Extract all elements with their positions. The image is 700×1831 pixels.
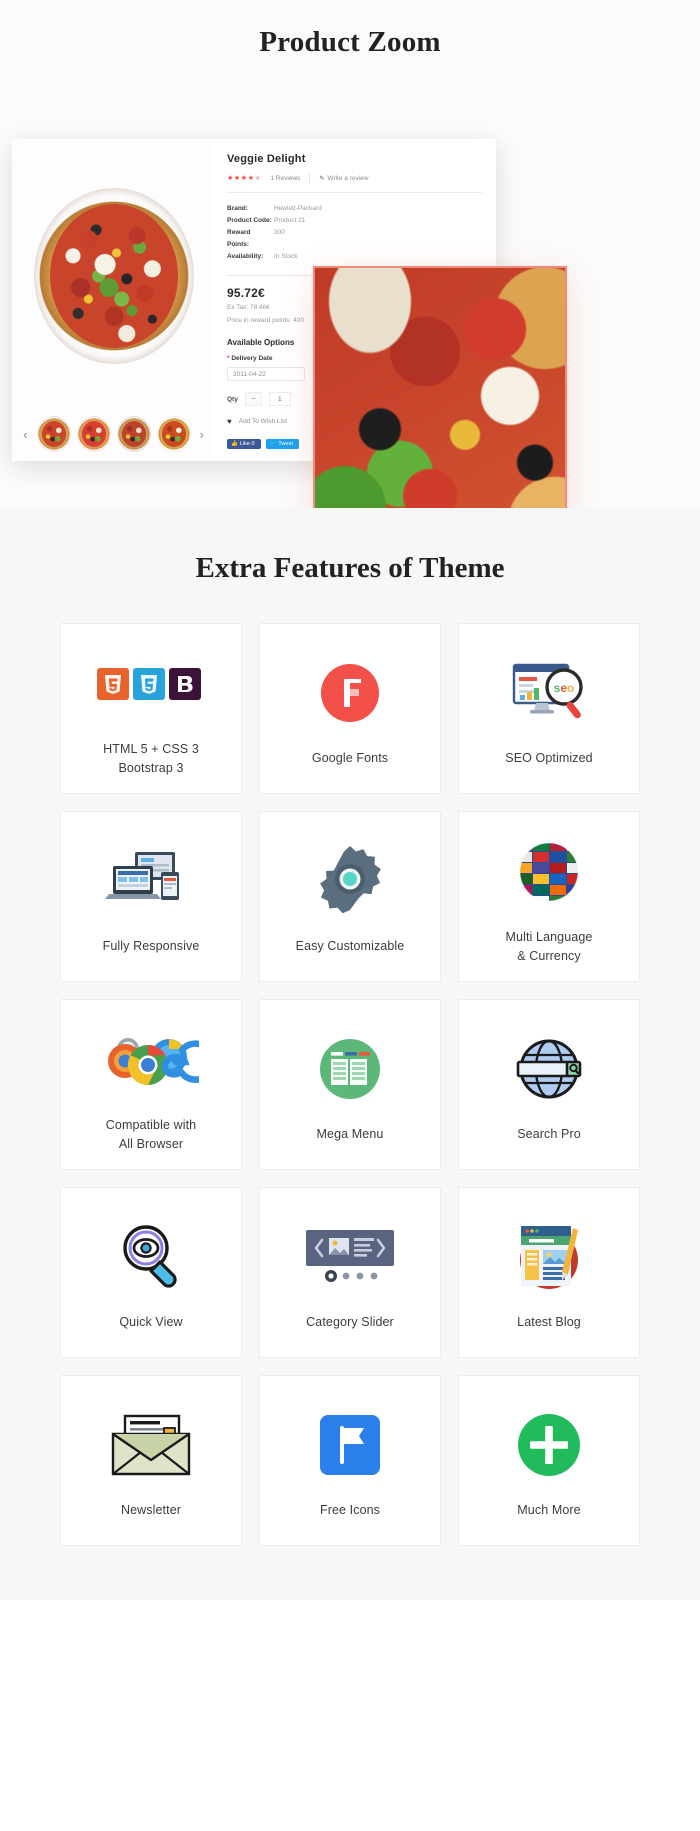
free-icons-icon [316, 1401, 384, 1489]
feature-label: Newsletter [120, 1503, 182, 1518]
feature-label: Much More [517, 1503, 581, 1518]
extra-features-title: Extra Features of Theme [195, 552, 505, 584]
write-review-label: Write a review [327, 174, 369, 182]
feature-card-easy-customizable[interactable]: Easy Customizable [259, 811, 441, 982]
spec-key: Brand: [227, 205, 248, 212]
feature-label: SEO Optimized [505, 751, 593, 766]
twitter-tweet-label: Tweet [278, 441, 294, 448]
category-slider-icon [302, 1213, 398, 1301]
fully-responsive-icon [105, 837, 197, 925]
spec-row: Availability: In Stock [227, 251, 482, 263]
divider [309, 173, 311, 183]
mega-menu-icon [314, 1025, 386, 1113]
feature-card-free-icons[interactable]: Free Icons [259, 1375, 441, 1546]
twitter-bird-icon: 🐦 [269, 441, 277, 448]
pizza-photo [33, 188, 194, 364]
feature-card-category-slider[interactable]: Category Slider [259, 1187, 441, 1358]
qty-label: Qty [227, 395, 238, 403]
product-main-image[interactable] [18, 145, 209, 407]
qty-input[interactable]: 1 [268, 392, 291, 407]
wish-list-label: Add To Wish List [238, 418, 288, 426]
required-mark: * [227, 355, 230, 363]
qty-decrement-button[interactable]: − [244, 392, 262, 407]
quick-view-icon [116, 1213, 186, 1301]
compatible-browser-icon [103, 1016, 199, 1104]
feature-card-compatible-browser[interactable]: Compatible with All Browser [60, 999, 242, 1170]
spec-value: In Stock [274, 253, 298, 261]
thumbnail-item[interactable] [76, 416, 111, 452]
write-review-button[interactable]: ✎ Write a review [319, 175, 368, 182]
thumbnail-item[interactable] [36, 416, 71, 452]
spec-row: Reward Points: 300 [227, 227, 482, 251]
feature-card-google-fonts[interactable]: Google Fonts [259, 623, 441, 794]
feature-label: Search Pro [517, 1127, 581, 1142]
product-spec-list: Brand: Hewlett-Packard Product Code: Pro… [227, 203, 482, 263]
feature-label: Free Icons [319, 1503, 381, 1518]
newsletter-icon [109, 1401, 193, 1489]
zoomed-product-image [313, 266, 567, 508]
feature-card-much-more[interactable]: Much More [458, 1375, 640, 1546]
much-more-icon [512, 1401, 586, 1489]
thumbnail-item[interactable] [116, 416, 151, 452]
spec-key: Availability: [227, 253, 264, 261]
product-zoom-section: Product Zoom ‹ › Veggie Delight ★★★★★ 1 … [0, 0, 700, 508]
delivery-date-input[interactable]: 2011-04-22 [227, 367, 305, 382]
thumbnail-item[interactable] [156, 416, 191, 452]
heart-icon: ♥ [227, 417, 232, 427]
seo-optimized-icon: seo [508, 649, 590, 737]
latest-blog-icon [511, 1213, 587, 1301]
spec-value: 300 [274, 229, 285, 237]
multi-language-currency-icon [516, 828, 582, 916]
feature-card-quick-view[interactable]: Quick View [60, 1187, 242, 1358]
feature-card-fully-responsive[interactable]: Fully Responsive [60, 811, 242, 982]
spec-key: Reward Points: [227, 229, 251, 249]
svg-text:seo: seo [554, 681, 575, 695]
reviews-count-label[interactable]: 1 Reviews [270, 175, 300, 182]
feature-card-seo-optimized[interactable]: seo SEO Optimized [458, 623, 640, 794]
feature-card-multi-language-currency[interactable]: Multi Language & Currency [458, 811, 640, 982]
feature-label: Multi Language & Currency [505, 930, 593, 963]
feature-label: Latest Blog [517, 1315, 581, 1330]
feature-card-html5-css3-bootstrap[interactable]: HTML 5 + CSS 3 Bootstrap 3 [60, 623, 242, 794]
spec-value: Product 21 [274, 217, 306, 225]
star-rating-icon: ★★★★★ [227, 175, 262, 182]
pencil-icon: ✎ [319, 175, 325, 182]
facebook-like-button[interactable]: 👍 Like 0 [227, 439, 261, 450]
extra-features-section: Extra Features of Theme HTML 5 + CSS 3 Bo… [0, 508, 700, 1600]
thumbnail-prev-arrow[interactable]: ‹ [20, 427, 31, 442]
spec-key: Product Code: [227, 217, 272, 225]
spec-row: Product Code: Product 21 [227, 215, 482, 227]
thumbnail-next-arrow[interactable]: › [197, 427, 208, 442]
feature-card-search-pro[interactable]: Search Pro [458, 999, 640, 1170]
google-fonts-icon [315, 649, 385, 737]
feature-label: Quick View [119, 1315, 183, 1330]
thumbs-up-icon: 👍 [231, 441, 238, 448]
feature-label: Fully Responsive [102, 939, 200, 954]
feature-label: Easy Customizable [295, 939, 405, 954]
twitter-tweet-button[interactable]: 🐦 Tweet [265, 439, 300, 450]
feature-label: Mega Menu [316, 1127, 384, 1142]
facebook-like-label: Like 0 [239, 441, 255, 448]
features-grid: HTML 5 + CSS 3Bootstrap 3 Google Fonts [60, 623, 640, 1546]
feature-card-mega-menu[interactable]: Mega Menu [259, 999, 441, 1170]
search-pro-icon [512, 1025, 586, 1113]
feature-label: Google Fonts [311, 751, 389, 766]
spec-value: Hewlett-Packard [274, 205, 322, 212]
gear-icon [313, 837, 387, 925]
feature-label: Compatible with All Browser [105, 1118, 197, 1151]
product-zoom-title: Product Zoom [259, 26, 441, 58]
feature-label: HTML 5 + CSS 3 Bootstrap 3 [103, 742, 199, 775]
feature-card-newsletter[interactable]: Newsletter [60, 1375, 242, 1546]
html5-css3-bootstrap-icon [95, 640, 207, 728]
product-gallery: ‹ › [12, 139, 213, 461]
thumbnail-carousel[interactable]: ‹ › [18, 407, 209, 461]
feature-card-latest-blog[interactable]: Latest Blog [458, 1187, 640, 1358]
product-name: Veggie Delight [227, 153, 306, 165]
product-zoom-stage: ‹ › Veggie Delight ★★★★★ 1 Reviews ✎ Wri… [0, 87, 700, 508]
spec-row: Brand: Hewlett-Packard [227, 203, 482, 215]
delivery-date-text: Delivery Date [231, 355, 273, 363]
feature-label: Category Slider [306, 1315, 394, 1330]
product-rating-row: ★★★★★ 1 Reviews ✎ Write a review [227, 173, 482, 193]
